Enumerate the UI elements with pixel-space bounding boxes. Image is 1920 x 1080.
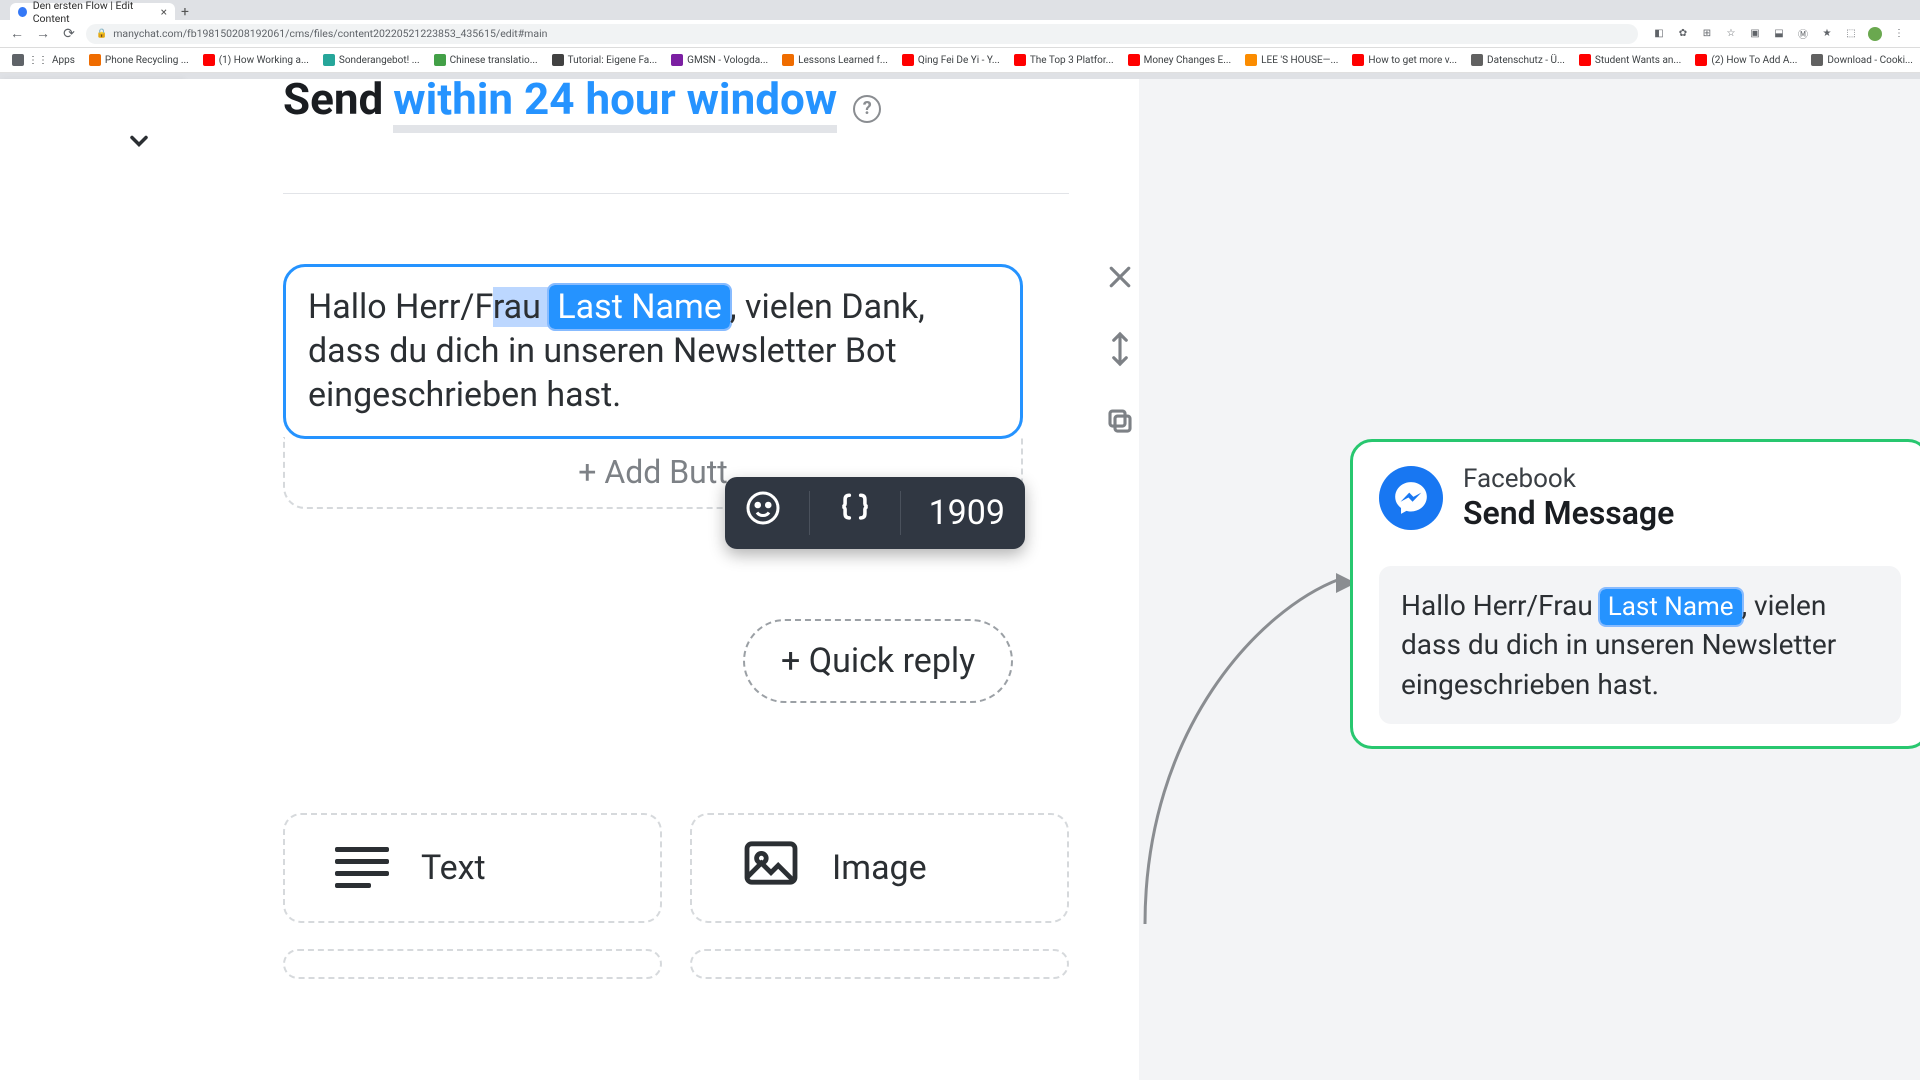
browser-tab[interactable]: Den ersten Flow | Edit Content × <box>10 3 175 20</box>
browser-chrome: Den ersten Flow | Edit Content × + ← → ⟳… <box>0 0 1920 79</box>
duplicate-block-icon[interactable] <box>1105 406 1135 436</box>
ext-icon[interactable]: ▣ <box>1748 27 1762 41</box>
action-label: Send Message <box>1463 494 1674 532</box>
send-window-dropdown[interactable]: within 24 hour window <box>393 73 837 133</box>
platform-label: Facebook <box>1463 464 1674 494</box>
address-bar[interactable]: 🔒 manychat.com/fb198150208192061/cms/fil… <box>86 24 1638 44</box>
tab-strip: Den ersten Flow | Edit Content × + <box>0 0 1920 20</box>
url-text: manychat.com/fb198150208192061/cms/files… <box>113 27 547 40</box>
bookmark-item[interactable]: Student Wants an... <box>1575 54 1685 66</box>
char-count: 1909 <box>929 493 1005 533</box>
bookmark-item[interactable]: Datenschutz - Ü... <box>1467 54 1569 66</box>
bookmark-item[interactable]: Phone Recycling ... <box>85 54 193 66</box>
tab-favicon <box>18 7 27 17</box>
content-type-row: Text Image <box>283 813 1069 923</box>
collapse-chevron-icon[interactable] <box>125 127 153 159</box>
ext-icon[interactable]: ⊞ <box>1700 27 1714 41</box>
tab-title: Den ersten Flow | Edit Content <box>33 0 155 25</box>
preview-message-body: Hallo Herr/Frau Last Name, vielen dass d… <box>1379 566 1901 724</box>
bookmark-item[interactable]: Lessons Learned f... <box>778 54 892 66</box>
text-icon <box>335 847 389 888</box>
move-block-icon[interactable] <box>1105 334 1135 364</box>
tab-close-icon[interactable]: × <box>161 5 167 19</box>
preview-header: Facebook Send Message <box>1379 464 1901 532</box>
bookmark-item[interactable]: The Top 3 Platfor... <box>1010 54 1118 66</box>
flow-connector <box>1140 529 1380 929</box>
add-image-block-button[interactable]: Image <box>690 813 1069 923</box>
text-label: Text <box>421 848 486 888</box>
browser-toolbar: ← → ⟳ 🔒 manychat.com/fb198150208192061/c… <box>0 20 1920 48</box>
ext-icon[interactable]: ⬚ <box>1844 27 1858 41</box>
bookmark-item[interactable]: Sonderangebot! ... <box>319 54 424 66</box>
left-sidebar: ls g <box>0 79 183 1080</box>
bookmark-item[interactable]: Chinese translatio... <box>430 54 542 66</box>
variable-chip[interactable]: Last Name <box>549 285 730 329</box>
bookmark-item[interactable]: How to get more v... <box>1348 54 1461 66</box>
image-icon <box>742 839 800 896</box>
add-text-block-button[interactable]: Text <box>283 813 662 923</box>
bookmark-item[interactable]: GMSN - Vologda... <box>667 54 772 66</box>
variable-chip: Last Name <box>1600 589 1742 625</box>
block-side-controls <box>1105 262 1135 436</box>
divider <box>283 193 1069 194</box>
bookmark-item[interactable]: Tutorial: Eigene Fa... <box>548 54 662 66</box>
separator <box>900 491 901 535</box>
content-type-placeholder[interactable] <box>283 949 662 979</box>
bookmark-item[interactable]: (2) How To Add A... <box>1691 54 1801 66</box>
bookmarks-bar: ⋮⋮Apps Phone Recycling ... (1) How Workin… <box>0 48 1920 73</box>
selection-highlight: rau Last Name <box>493 287 730 327</box>
menu-icon[interactable]: ⋮ <box>1892 27 1906 41</box>
content-type-row-2 <box>283 949 1069 979</box>
editor-panel: Send within 24 hour window ? Hallo Herr/… <box>183 79 1139 1080</box>
forward-button[interactable]: → <box>34 25 52 42</box>
ext-icon[interactable]: ☆ <box>1724 27 1738 41</box>
lock-icon: 🔒 <box>96 29 107 39</box>
ext-icon[interactable]: Ⓜ <box>1796 27 1810 41</box>
profile-avatar[interactable] <box>1868 27 1882 41</box>
bookmark-item[interactable]: (1) How Working a... <box>199 54 313 66</box>
help-icon[interactable]: ? <box>853 95 881 123</box>
ext-icon[interactable]: ★ <box>1820 27 1834 41</box>
text-block-wrapper: Hallo Herr/Frau Last Name, vielen Dank, … <box>283 264 1069 509</box>
bookmark-item[interactable]: Download - Cooki... <box>1807 54 1917 66</box>
new-tab-button[interactable]: + <box>175 0 195 20</box>
ext-icon[interactable]: ◧ <box>1652 27 1666 41</box>
quick-reply-label: + Quick reply <box>781 641 975 681</box>
separator <box>809 491 810 535</box>
content-type-placeholder[interactable] <box>690 949 1069 979</box>
messenger-icon <box>1379 466 1443 530</box>
extension-icons: ◧ ✿ ⊞ ☆ ▣ ⬓ Ⓜ ★ ⬚ ⋮ <box>1646 27 1912 41</box>
apps-button[interactable]: ⋮⋮Apps <box>8 54 79 66</box>
delete-block-icon[interactable] <box>1105 262 1135 292</box>
app-canvas: ls g Send within 24 hour window ? Hallo … <box>0 79 1920 1080</box>
bookmark-item[interactable]: Qing Fei De Yi - Y... <box>898 54 1004 66</box>
text-toolbar: 1909 <box>725 477 1025 549</box>
back-button[interactable]: ← <box>8 25 26 42</box>
send-label: Send <box>283 73 383 125</box>
ext-icon[interactable]: ⬓ <box>1772 27 1786 41</box>
bookmark-item[interactable]: Money Changes E... <box>1124 54 1236 66</box>
emoji-picker-icon[interactable] <box>745 490 781 535</box>
send-header: Send within 24 hour window ? <box>283 73 1069 133</box>
reload-button[interactable]: ⟳ <box>60 26 78 42</box>
image-label: Image <box>832 848 927 888</box>
ext-icon[interactable]: ✿ <box>1676 27 1690 41</box>
add-button-row[interactable]: + Add Butt 1909 <box>283 437 1023 509</box>
insert-variable-icon[interactable] <box>838 491 872 534</box>
add-quick-reply-button[interactable]: + Quick reply <box>743 619 1013 703</box>
message-text-input[interactable]: Hallo Herr/Frau Last Name, vielen Dank, … <box>283 264 1023 439</box>
preview-titles: Facebook Send Message <box>1463 464 1674 532</box>
bookmark-item[interactable]: LEE 'S HOUSE—... <box>1241 54 1342 66</box>
text-fragment: Hallo Herr/F <box>308 287 493 327</box>
preview-node[interactable]: Facebook Send Message Hallo Herr/Frau La… <box>1350 439 1920 749</box>
add-button-label: + Add Butt <box>578 453 728 491</box>
